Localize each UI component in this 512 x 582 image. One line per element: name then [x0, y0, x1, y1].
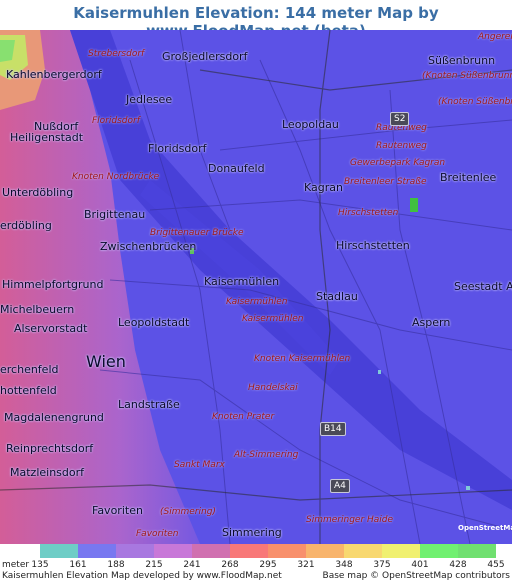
place-label: Kaisermühlen [242, 314, 304, 324]
title-bar: Kaisermuhlen Elevation: 144 meter Map by… [0, 0, 512, 40]
legend-value: 348 [335, 560, 353, 570]
place-label: Sankt Marx [174, 460, 225, 470]
legend-value: 321 [297, 560, 315, 570]
legend-swatch [382, 544, 420, 558]
place-label: Landstraße [118, 398, 180, 411]
place-label: Alt-Simmering [234, 450, 299, 460]
place-label: erdöbling [0, 219, 52, 232]
legend-swatch [230, 544, 268, 558]
place-label: Gewerbepark Kagran [350, 158, 446, 168]
legend-swatch [458, 544, 496, 558]
place-label: Unterdöbling [2, 186, 74, 199]
place-label: (Knoten Süßenbrunn) [422, 71, 512, 81]
place-label: Leopoldstadt [118, 316, 190, 329]
place-label: Süßenbrunn [428, 54, 496, 67]
legend-value: 188 [107, 560, 125, 570]
legend-swatch [192, 544, 230, 558]
place-label: Zwischenbrücken [100, 240, 197, 253]
place-label: Strebersdorf [88, 49, 145, 59]
footer-credit: Kaisermuhlen Elevation Map developed by … [2, 571, 282, 581]
place-label: Brigittenauer Brücke [150, 228, 244, 238]
footer-attribution: Base map © OpenStreetMap contributors [322, 571, 510, 581]
place-label: Knoten Kaisermühlen [254, 354, 351, 364]
place-label: Breitenlee [440, 171, 497, 184]
place-label: erchenfeld [0, 363, 59, 376]
place-label: Jedlesee [126, 93, 173, 106]
legend-swatch [344, 544, 382, 558]
place-label: Hirschstetten [338, 208, 399, 218]
road-shield-a4: A4 [330, 479, 350, 493]
road-shield-b14: B14 [320, 422, 346, 436]
place-label: hottenfeld [0, 384, 57, 397]
place-label: Himmelpfortgrund [2, 278, 104, 291]
place-label: Favoriten [136, 529, 179, 539]
place-label: Knoten Prater [212, 412, 275, 422]
legend-value: 401 [411, 560, 429, 570]
place-label: Reinprechtsdorf [6, 442, 94, 455]
water-spot [378, 370, 381, 374]
elevation-map[interactable]: Angerer Strebersdorf Großjedlersdorf Süß… [0, 30, 512, 544]
place-label: (Simmering) [160, 507, 216, 517]
place-label: Matzleinsdorf [10, 466, 85, 479]
place-label: Kaisermühlen [204, 275, 280, 288]
place-label: Aspern [412, 316, 451, 329]
legend-swatch [268, 544, 306, 558]
place-label: Floridsdorf [92, 116, 140, 126]
place-label: Großjedlersdorf [162, 50, 248, 63]
legend-swatch [78, 544, 116, 558]
place-label: Rautenweg [376, 141, 427, 151]
legend-value: 428 [449, 560, 467, 570]
place-label: Hirschstetten [336, 239, 410, 252]
legend-value: 455 [487, 560, 505, 570]
place-label: Alservorstadt [14, 322, 88, 335]
legend-value: 215 [145, 560, 163, 570]
place-label: Favoriten [92, 504, 143, 517]
place-label: Wien [86, 352, 126, 371]
place-label: Simmeringer Haide [306, 515, 394, 525]
place-label: Angerer [478, 32, 512, 42]
legend-value: 295 [259, 560, 277, 570]
legend-swatch [420, 544, 458, 558]
elevation-legend: meter 135 161 188 215 241 268 295 321 348 375 401 4… [0, 544, 512, 582]
place-label: Breitenleer Straße [344, 177, 427, 187]
place-label: Handelskai [248, 383, 298, 393]
place-label: Floridsdorf [148, 142, 207, 155]
place-label: Donaufeld [208, 162, 265, 175]
place-label: Brigittenau [84, 208, 146, 221]
place-label: Knoten Nordbrücke [72, 172, 160, 182]
openstreetmap-logo[interactable]: OpenStreetMap [458, 524, 512, 532]
legend-value: 375 [373, 560, 391, 570]
legend-value: 241 [183, 560, 201, 570]
legend-swatch [306, 544, 344, 558]
legend-swatch [154, 544, 192, 558]
place-label: Leopoldau [282, 118, 339, 131]
legend-value: 268 [221, 560, 239, 570]
water-spot-2 [466, 486, 470, 490]
place-label: Kaisermühlen [226, 297, 288, 307]
place-label: Seestadt As [454, 280, 512, 293]
road-shield-s2: S2 [390, 112, 410, 126]
place-label: Heiligenstadt [10, 131, 84, 144]
place-label: Simmering [222, 526, 282, 539]
place-label: Michelbeuern [0, 303, 75, 316]
place-label: Stadlau [316, 290, 358, 303]
place-label: Kahlenbergerdorf [6, 68, 102, 81]
place-label: Kagran [304, 181, 343, 194]
legend-swatch [116, 544, 154, 558]
green-patch [410, 198, 418, 212]
legend-value: 161 [69, 560, 87, 570]
place-label: Magdalenengrund [4, 411, 104, 424]
legend-swatch [40, 544, 78, 558]
legend-value: 135 [31, 560, 49, 570]
place-label: (Knoten Süßenbr [438, 97, 512, 107]
